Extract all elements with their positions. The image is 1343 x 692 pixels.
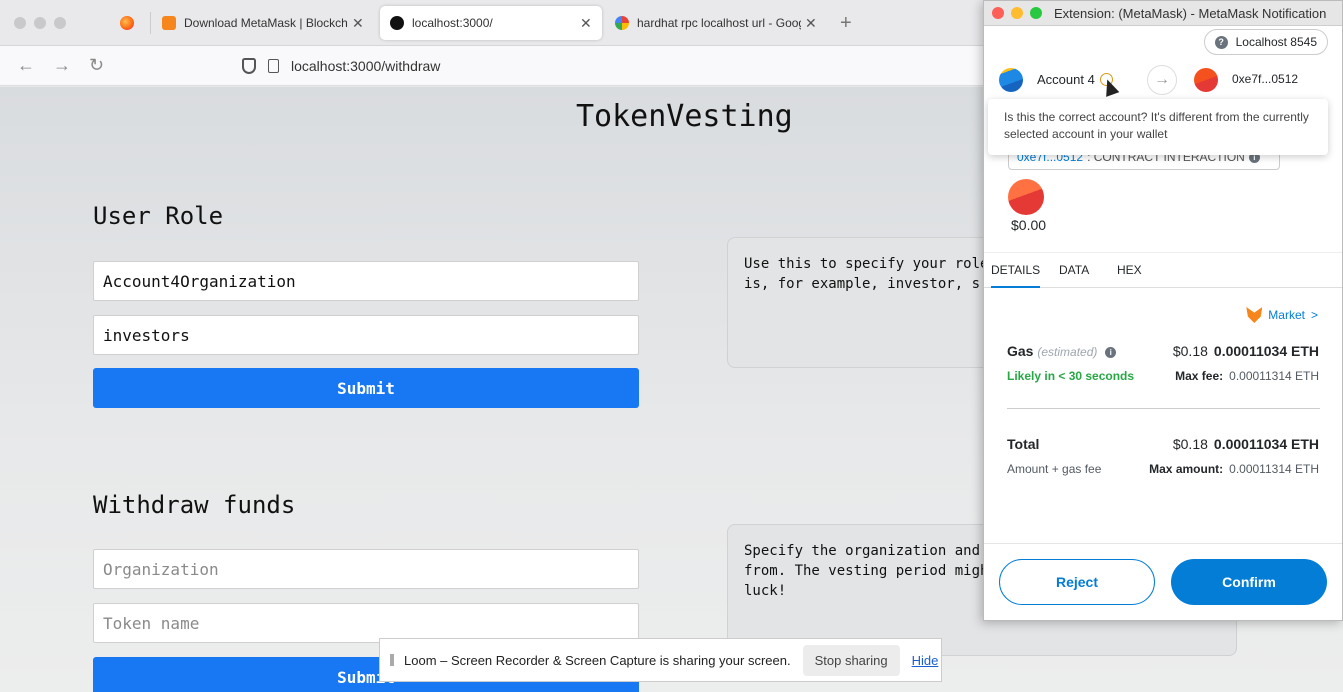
arrow-right-icon: → [1147,65,1177,95]
url-text[interactable]: localhost:3000/withdraw [291,58,440,74]
window-zoom-dot[interactable] [54,17,66,29]
tab-label: hardhat rpc localhost url - Goog [637,16,801,30]
footer-divider [984,543,1342,544]
firefox-icon [120,16,134,30]
tab-data[interactable]: DATA [1059,263,1089,277]
tab-hex[interactable]: HEX [1117,263,1142,277]
close-icon[interactable]: ✕ [580,15,592,32]
account-transfer-row: Account 4 → 0xe7f...0512 [984,63,1342,97]
token-name-input[interactable]: Token name [93,603,639,643]
tab-google-search[interactable]: hardhat rpc localhost url - Goog ✕ [605,6,827,40]
divider [1007,408,1320,409]
page-icon[interactable] [268,59,279,73]
user-role-heading: User Role [93,202,224,230]
loom-message: Loom – Screen Recorder & Screen Capture … [404,652,791,668]
window-title: Extension: (MetaMask) - MetaMask Notific… [1054,5,1327,21]
transaction-amount: $0.00 [1011,217,1047,233]
gas-estimated-label: (estimated) [1037,345,1098,359]
total-value: $0.18 0.00011034 ETH [1173,436,1319,452]
vercel-triangle-icon [390,16,404,30]
network-label: Localhost 8545 [1235,35,1317,49]
max-fee-value: 0.00011314 ETH [1229,369,1319,383]
google-icon [615,16,629,30]
max-fee-label: Max fee: [1175,369,1224,383]
gas-fiat: $0.18 [1172,343,1208,359]
to-account-avatar [1194,68,1218,92]
gas-info-icon[interactable]: i [1105,346,1117,358]
tab-metamask-download[interactable]: Download MetaMask | Blockcha ✕ [152,6,378,40]
max-fee: Max fee: 0.00011314 ETH [1175,369,1319,383]
tab-label: Download MetaMask | Blockcha [184,16,348,30]
total-label: Total [1007,436,1040,452]
from-account-avatar [999,68,1023,92]
account-mismatch-tooltip: Is this the correct account? It's differ… [988,99,1328,155]
gas-label-group: Gas (estimated) i [1007,343,1117,359]
page-title: TokenVesting [576,99,793,134]
new-tab-button[interactable]: + [840,12,852,35]
forward-arrow-icon[interactable]: → [53,55,71,76]
max-amount-value: 0.00011314 ETH [1229,462,1319,476]
reject-button[interactable]: Reject [999,559,1155,605]
tab-localhost[interactable]: localhost:3000/ ✕ [380,6,602,40]
max-amount-label: Max amount: [1149,462,1224,476]
loom-sharing-banner: Loom – Screen Recorder & Screen Capture … [379,638,942,682]
max-amount: Max amount: 0.00011314 ETH [1149,462,1319,476]
metamask-fox-icon [162,16,176,30]
window-close-dot[interactable] [992,7,1004,19]
user-role-submit-button[interactable]: Submit [93,368,639,408]
close-icon[interactable]: ✕ [352,15,364,32]
to-address[interactable]: 0xe7f...0512 [1232,72,1298,86]
window-minimize-dot[interactable] [1011,7,1023,19]
tab-details[interactable]: DETAILS [991,263,1041,288]
gas-likely-label: Likely in < 30 seconds [1007,369,1135,383]
gas-label: Gas [1007,343,1034,359]
tab-firefox[interactable] [110,6,150,40]
metamask-fox-icon [1246,307,1263,323]
close-icon[interactable]: ✕ [805,15,817,32]
hide-link[interactable]: Hide [912,653,939,668]
total-fiat: $0.18 [1172,436,1208,452]
withdraw-organization-input[interactable]: Organization [93,549,639,589]
network-question-icon: ? [1214,35,1228,49]
stop-sharing-button[interactable]: Stop sharing [802,644,900,676]
back-arrow-icon[interactable]: ← [17,55,35,76]
window-minimize-dot[interactable] [34,17,46,29]
details-tabs: DETAILS DATA HEX [984,252,1342,288]
metamask-window: Extension: (MetaMask) - MetaMask Notific… [983,0,1343,621]
organization-input[interactable]: Account4Organization [93,261,639,301]
market-link[interactable]: Market > [1246,307,1318,323]
gas-value: $0.18 0.00011034 ETH [1173,343,1319,359]
from-account-name[interactable]: Account 4 [1037,72,1095,87]
network-selector[interactable]: ? Localhost 8545 [1203,29,1328,55]
reload-icon[interactable]: ↻ [89,55,104,76]
window-zoom-dot[interactable] [1030,7,1042,19]
gas-eth: 0.00011034 ETH [1213,343,1319,359]
tab-label: localhost:3000/ [412,16,493,30]
withdraw-heading: Withdraw funds [93,491,296,519]
market-label: Market [1268,308,1305,322]
window-close-dot[interactable] [14,17,26,29]
contract-avatar [1008,179,1044,215]
drag-handle-icon[interactable] [390,654,394,666]
metamask-titlebar: Extension: (MetaMask) - MetaMask Notific… [984,1,1342,26]
role-input[interactable]: investors [93,315,639,355]
total-sub-label: Amount + gas fee [1007,462,1102,476]
chevron-right-icon: > [1310,308,1318,322]
shield-icon[interactable] [242,58,256,74]
confirm-button[interactable]: Confirm [1171,559,1327,605]
total-eth: 0.00011034 ETH [1213,436,1319,452]
